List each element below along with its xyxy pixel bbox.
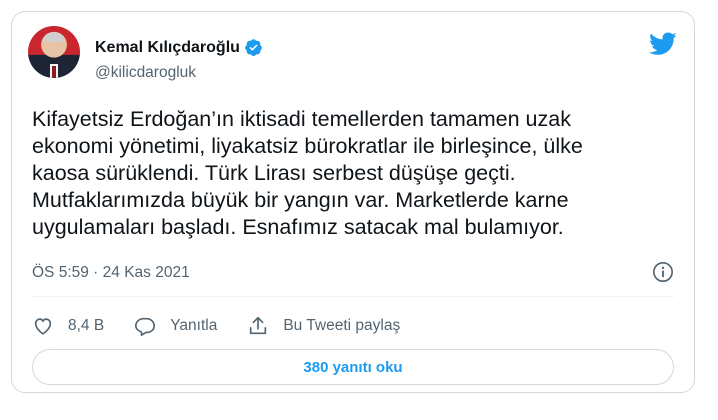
share-icon [250,316,267,335]
share-button[interactable]: Bu Tweeti paylaş [247,315,400,337]
author-handle[interactable]: @kilicdarogluk [95,64,196,82]
avatar[interactable] [28,26,80,78]
tweet-text: Kifayetsiz Erdoğan’ın iktisadi temellerd… [32,107,583,239]
heart-icon [34,318,52,335]
divider [32,296,674,297]
tweet-timestamp[interactable]: ÖS 5:59 · 24 Kas 2021 [32,264,190,282]
twitter-bird-icon[interactable] [649,32,677,56]
like-button[interactable]: 8,4 B [32,315,104,337]
verified-badge-icon [245,39,262,56]
tweet-actions: 8,4 B Yanıtla Bu Tweeti paylaş [32,312,430,340]
like-count: 8,4 B [68,317,105,334]
share-label: Bu Tweeti paylaş [283,317,401,334]
reply-label: Yanıtla [170,317,218,334]
reply-icon [135,317,156,336]
read-replies-button[interactable]: 380 yanıtı oku [32,349,674,385]
reply-button[interactable]: Yanıtla [134,315,217,337]
author-name-row: Kemal Kılıçdaroğlu [95,38,263,57]
info-icon[interactable] [652,261,674,283]
author-name[interactable]: Kemal Kılıçdaroğlu [95,39,240,57]
tweet-card: Kemal Kılıçdaroğlu @kilicdarogluk Kifaye… [11,11,695,393]
